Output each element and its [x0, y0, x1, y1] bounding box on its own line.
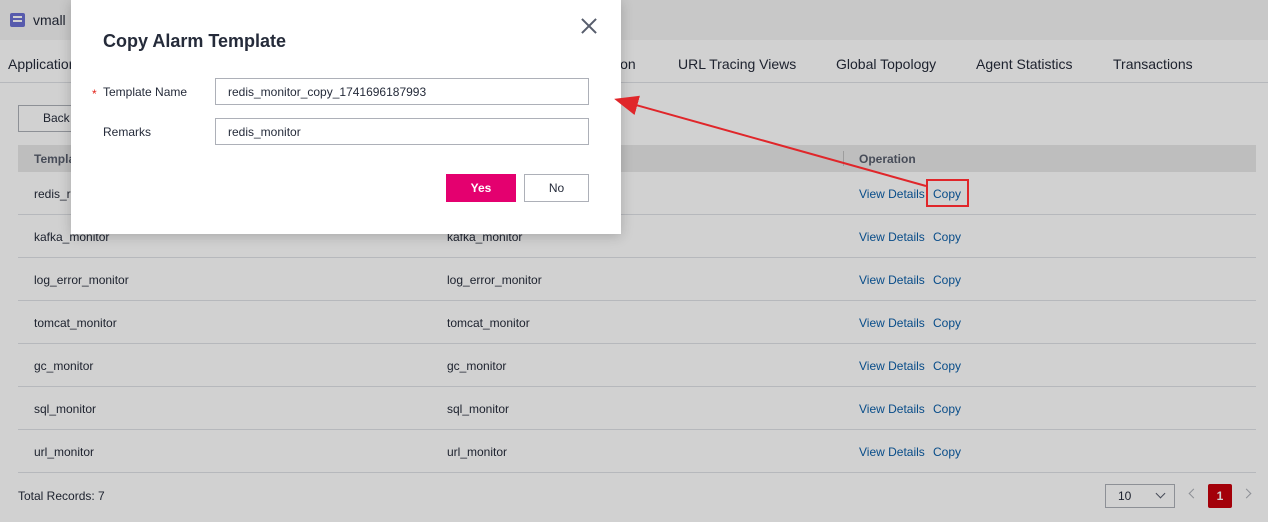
annotation-arrow [614, 95, 927, 187]
